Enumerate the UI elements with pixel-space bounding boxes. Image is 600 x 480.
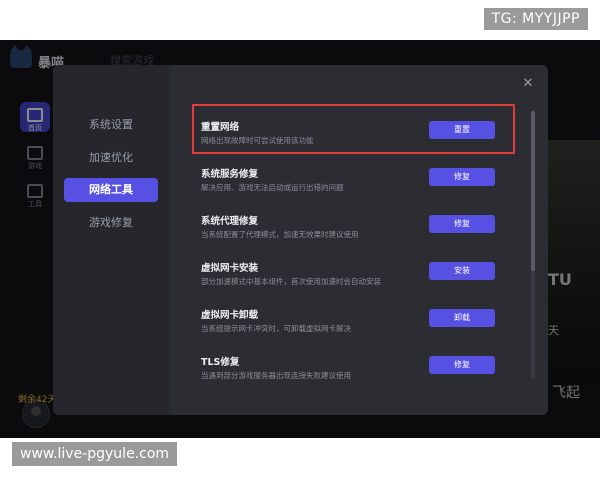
- tool-reset-network: 重置网络 网络出现故障时可尝试使用该功能 重置: [201, 119, 521, 155]
- scrollbar[interactable]: [531, 111, 535, 379]
- nav-system-settings[interactable]: 系统设置: [64, 113, 158, 137]
- settings-modal: 系统设置 加速优化 网络工具 游戏修复 ✕ 重置网络 网络出现故障时可尝试使用该…: [53, 65, 548, 415]
- tool-description: 解决应用、游戏无法启动或运行出错的问题: [201, 183, 344, 192]
- nav-acceleration[interactable]: 加速优化: [64, 146, 158, 170]
- repair-service-button[interactable]: 修复: [429, 168, 495, 186]
- tool-title: 重置网络: [201, 122, 240, 133]
- repair-tls-button[interactable]: 修复: [429, 356, 495, 374]
- tool-system-service-repair: 系统服务修复 解决应用、游戏无法启动或运行出错的问题 修复: [201, 166, 521, 202]
- scrollbar-thumb[interactable]: [531, 111, 535, 271]
- tool-description: 当遇到部分游戏服务器出现连接失败建议使用: [201, 371, 351, 380]
- reset-button[interactable]: 重置: [429, 121, 495, 139]
- install-nic-button[interactable]: 安装: [429, 262, 495, 280]
- tool-title: TLS修复: [201, 357, 240, 368]
- tool-system-proxy-repair: 系统代理修复 当系统配置了代理模式，加速无效果时建议使用 修复: [201, 213, 521, 249]
- uninstall-nic-button[interactable]: 卸载: [429, 309, 495, 327]
- tool-title: 系统服务修复: [201, 169, 259, 180]
- repair-proxy-button[interactable]: 修复: [429, 215, 495, 233]
- tool-virtual-nic-uninstall: 虚拟网卡卸载 当系统提示网卡冲突时，可卸载虚拟网卡解决 卸载: [201, 307, 521, 343]
- tool-title: 虚拟网卡卸载: [201, 310, 259, 321]
- nav-network-tools[interactable]: 网络工具: [64, 178, 158, 202]
- nav-game-repair[interactable]: 游戏修复: [64, 211, 158, 235]
- tool-tls-repair: TLS修复 当遇到部分游戏服务器出现连接失败建议使用 修复: [201, 354, 521, 390]
- tool-description: 当系统配置了代理模式，加速无效果时建议使用: [201, 230, 359, 239]
- tool-description: 部分加速模式中基本组件，首次使用加速时会自动安装: [201, 277, 381, 286]
- tool-title: 系统代理修复: [201, 216, 259, 227]
- close-icon[interactable]: ✕: [521, 77, 535, 91]
- tool-title: 虚拟网卡安装: [201, 263, 259, 274]
- watermark-top: TG: MYYJJPP: [483, 8, 588, 30]
- tool-description: 网络出现故障时可尝试使用该功能: [201, 136, 314, 145]
- tool-description: 当系统提示网卡冲突时，可卸载虚拟网卡解决: [201, 324, 351, 333]
- watermark-bottom: www.live-pgyule.com: [12, 442, 178, 466]
- settings-nav: 系统设置 加速优化 网络工具 游戏修复: [53, 65, 169, 415]
- tool-virtual-nic-install: 虚拟网卡安装 部分加速模式中基本组件，首次使用加速时会自动安装 安装: [201, 260, 521, 296]
